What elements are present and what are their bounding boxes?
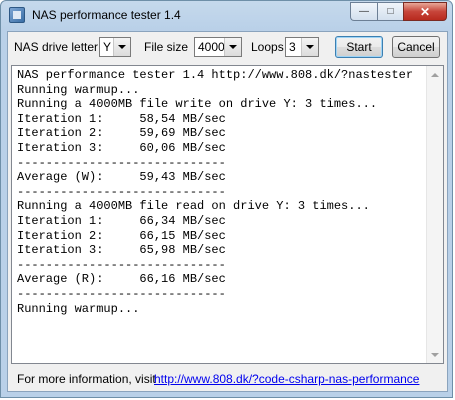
cancel-button[interactable]: Cancel (392, 36, 440, 58)
drive-letter-label: NAS drive letter (14, 40, 99, 54)
output-log: NAS performance tester 1.4 http://www.80… (17, 68, 413, 316)
minimize-icon: — (359, 6, 369, 17)
settings-row: NAS drive letter Y File size 4000 Loops … (8, 32, 447, 62)
file-size-select[interactable]: 4000 (194, 37, 242, 57)
window-title: NAS performance tester 1.4 (32, 8, 181, 22)
drive-letter-select[interactable]: Y (99, 37, 131, 57)
info-label: For more information, visit (17, 372, 156, 386)
chevron-down-icon (224, 38, 241, 56)
output-line: Running warmup... (17, 301, 140, 316)
output-line: Running a 4000MB file write on drive Y: … (17, 97, 378, 112)
loops-value: 3 (289, 40, 296, 54)
output-line: Iteration 1: 58,54 MB/sec (17, 111, 226, 126)
client-area: NAS drive letter Y File size 4000 Loops … (7, 31, 448, 392)
vertical-scrollbar[interactable] (426, 66, 443, 363)
file-size-label: File size (144, 40, 189, 54)
output-line: ----------------------------- (17, 257, 226, 272)
output-line: Running warmup... (17, 82, 140, 97)
loops-label: Loops (251, 40, 284, 54)
output-line: Iteration 2: 66,15 MB/sec (17, 228, 226, 243)
scroll-down-icon[interactable] (427, 346, 443, 363)
app-icon (9, 7, 25, 23)
output-line: ----------------------------- (17, 155, 226, 170)
file-size-value: 4000 (198, 40, 225, 54)
info-link[interactable]: http://www.808.dk/?code-csharp-nas-perfo… (154, 372, 419, 386)
title-bar[interactable]: NAS performance tester 1.4 — □ ✕ (1, 1, 452, 31)
output-line: Iteration 3: 65,98 MB/sec (17, 243, 226, 258)
output-line: Running a 4000MB file read on drive Y: 3… (17, 199, 370, 214)
output-line: Average (R): 66,16 MB/sec (17, 272, 226, 287)
output-line: ----------------------------- (17, 286, 226, 301)
footer: For more information, visit http://www.8… (8, 369, 447, 389)
output-line: NAS performance tester 1.4 http://www.80… (17, 68, 414, 82)
chevron-down-icon (301, 38, 318, 56)
minimize-button[interactable]: — (350, 2, 377, 21)
output-line: Iteration 1: 66,34 MB/sec (17, 213, 226, 228)
start-button[interactable]: Start (335, 36, 383, 58)
app-window: NAS performance tester 1.4 — □ ✕ NAS dri… (0, 0, 453, 398)
scroll-up-icon[interactable] (427, 66, 443, 83)
close-icon: ✕ (419, 4, 431, 19)
maximize-button[interactable]: □ (377, 2, 403, 21)
output-textbox[interactable]: NAS performance tester 1.4 http://www.80… (11, 65, 444, 364)
caption-buttons: — □ ✕ (350, 2, 447, 21)
output-line: ----------------------------- (17, 184, 226, 199)
maximize-icon: □ (387, 6, 394, 17)
drive-letter-value: Y (103, 40, 112, 54)
chevron-down-icon (113, 38, 130, 56)
output-line: Iteration 3: 60,06 MB/sec (17, 140, 226, 155)
close-button[interactable]: ✕ (403, 2, 447, 21)
output-line: Iteration 2: 59,69 MB/sec (17, 126, 226, 141)
output-line: Average (W): 59,43 MB/sec (17, 170, 226, 185)
loops-select[interactable]: 3 (285, 37, 319, 57)
